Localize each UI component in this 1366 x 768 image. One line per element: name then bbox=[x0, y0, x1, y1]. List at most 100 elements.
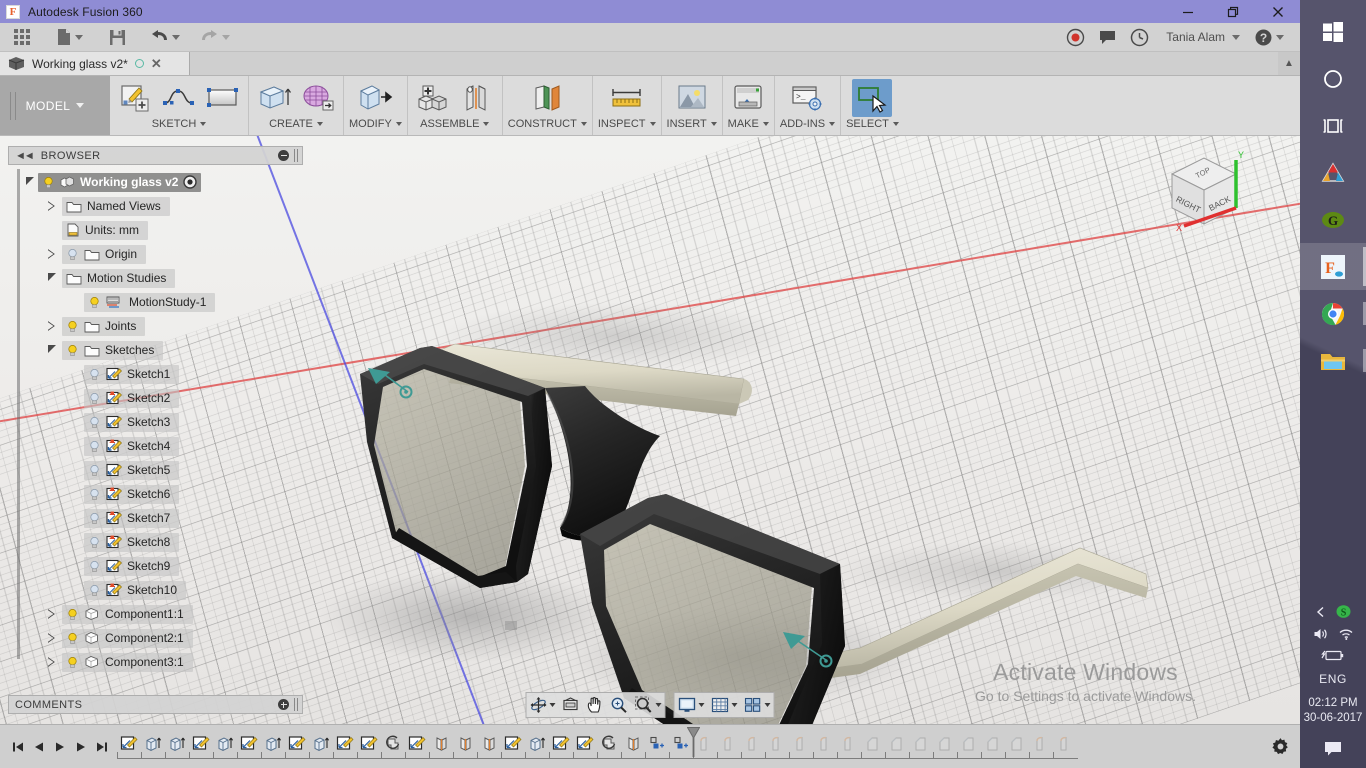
viewports-button[interactable] bbox=[741, 693, 774, 717]
measure-tool[interactable] bbox=[607, 79, 647, 117]
tree-item[interactable]: Named Views bbox=[8, 194, 303, 218]
sketch-icon[interactable] bbox=[240, 735, 258, 753]
extrude-icon[interactable] bbox=[264, 735, 282, 753]
restore-button[interactable] bbox=[1210, 0, 1255, 23]
expander-collapsed-icon[interactable] bbox=[48, 657, 55, 667]
tree-item-content[interactable]: Origin bbox=[62, 244, 147, 264]
tree-item-content[interactable]: Sketches bbox=[62, 340, 164, 360]
visibility-bulb-off-icon[interactable] bbox=[88, 416, 101, 429]
task-view-button[interactable] bbox=[1300, 102, 1366, 149]
visibility-bulb-on-icon[interactable] bbox=[66, 320, 79, 333]
insert-image-tool[interactable] bbox=[672, 79, 712, 117]
tree-item[interactable]: Sketch3 bbox=[8, 410, 303, 434]
tree-item-content[interactable]: Sketch8 bbox=[84, 532, 180, 552]
fillet-icon[interactable] bbox=[816, 735, 834, 753]
tree-item[interactable]: Sketch2 bbox=[8, 386, 303, 410]
tree-item[interactable]: Sketch7 bbox=[8, 506, 303, 530]
ribbon-panel-label-modify[interactable]: MODIFY bbox=[349, 118, 402, 130]
grammarly-app-button[interactable]: G bbox=[1300, 196, 1366, 243]
ribbon-panel-label-sketch[interactable]: SKETCH bbox=[152, 118, 207, 130]
tree-item-content[interactable]: Sketch6 bbox=[84, 484, 180, 504]
visibility-bulb-off-icon[interactable] bbox=[88, 512, 101, 525]
chrome-taskbar-button[interactable] bbox=[1300, 290, 1366, 337]
joint-icon[interactable] bbox=[456, 735, 474, 753]
ribbon-panel-label-select[interactable]: SELECT bbox=[846, 118, 899, 130]
tree-item[interactable]: MotionStudy-1 bbox=[8, 290, 303, 314]
visibility-bulb-on-icon[interactable] bbox=[66, 344, 79, 357]
visibility-bulb-off-icon[interactable] bbox=[88, 536, 101, 549]
visibility-bulb-on-icon[interactable] bbox=[66, 608, 79, 621]
visibility-bulb-on-icon[interactable] bbox=[66, 632, 79, 645]
sketch-icon[interactable] bbox=[288, 735, 306, 753]
comments-button[interactable] bbox=[1092, 24, 1122, 50]
file-menu-button[interactable] bbox=[50, 24, 89, 50]
ribbon-panel-label-insert[interactable]: INSERT bbox=[667, 118, 717, 130]
3d-viewport[interactable]: TOP RIGHT BACK Y X ◄◄ BROWSER Working gl… bbox=[0, 136, 1300, 724]
visibility-bulb-off-icon[interactable] bbox=[88, 392, 101, 405]
tree-item-content[interactable]: Units: mm bbox=[62, 220, 148, 240]
ribbon-panel-label-construct[interactable]: CONSTRUCT bbox=[508, 118, 587, 130]
fillet-icon[interactable] bbox=[768, 735, 786, 753]
chamfer-icon[interactable] bbox=[864, 735, 882, 753]
fusion360-taskbar-button[interactable]: F bbox=[1300, 243, 1366, 290]
visibility-bulb-on-icon[interactable] bbox=[88, 296, 101, 309]
sketch-icon[interactable] bbox=[408, 735, 426, 753]
document-tab[interactable]: Working glass v2* ✕ bbox=[0, 52, 190, 75]
tree-item[interactable]: Sketches bbox=[8, 338, 303, 362]
volume-tray-icon[interactable] bbox=[1313, 627, 1329, 644]
tree-item[interactable]: Component1:1 bbox=[8, 602, 303, 626]
show-data-panel-button[interactable] bbox=[8, 24, 36, 50]
ribbon-panel-label-addins[interactable]: ADD-INS bbox=[780, 118, 836, 130]
expander-expanded-icon[interactable] bbox=[48, 345, 56, 353]
visibility-bulb-off-icon[interactable] bbox=[88, 584, 101, 597]
spline-tool[interactable] bbox=[159, 79, 199, 117]
pan-button[interactable] bbox=[583, 693, 607, 717]
visibility-bulb-off-icon[interactable] bbox=[88, 488, 101, 501]
skype-tray-icon[interactable]: S bbox=[1336, 604, 1351, 622]
file-explorer-taskbar-button[interactable] bbox=[1300, 337, 1366, 384]
start-button[interactable] bbox=[1300, 8, 1366, 55]
sketch-icon[interactable] bbox=[192, 735, 210, 753]
chamfer-icon[interactable] bbox=[984, 735, 1002, 753]
job-status-button[interactable] bbox=[1124, 24, 1154, 50]
tree-item-content[interactable]: Sketch10 bbox=[84, 580, 187, 600]
tree-item[interactable]: Sketch10 bbox=[8, 578, 303, 602]
sketch-icon[interactable] bbox=[576, 735, 594, 753]
autodesk-app-button[interactable] bbox=[1300, 149, 1366, 196]
cortana-search-button[interactable] bbox=[1300, 55, 1366, 102]
timeline-go-start-button[interactable] bbox=[8, 736, 27, 758]
timeline-go-end-button[interactable] bbox=[92, 736, 111, 758]
fillet-icon[interactable] bbox=[1032, 735, 1050, 753]
rectangle-tool[interactable] bbox=[203, 79, 243, 117]
tree-item[interactable]: Units: mm bbox=[8, 218, 303, 242]
help-button[interactable]: ? bbox=[1248, 24, 1290, 50]
visibility-bulb-on-icon[interactable] bbox=[66, 656, 79, 669]
tree-item[interactable]: Component2:1 bbox=[8, 626, 303, 650]
expander-collapsed-icon[interactable] bbox=[48, 201, 55, 211]
new-component-tool[interactable] bbox=[413, 79, 453, 117]
extrude-icon[interactable] bbox=[144, 735, 162, 753]
visibility-bulb-off-icon[interactable] bbox=[88, 560, 101, 573]
redo-button[interactable] bbox=[194, 24, 236, 50]
minimize-button[interactable] bbox=[1165, 0, 1210, 23]
sketch-icon[interactable] bbox=[504, 735, 522, 753]
battery-tray-icon[interactable] bbox=[1321, 649, 1345, 665]
panel-grip[interactable] bbox=[294, 698, 298, 711]
timeline-playhead[interactable] bbox=[686, 727, 701, 757]
revolve-icon[interactable] bbox=[384, 735, 402, 753]
extrude-icon[interactable] bbox=[216, 735, 234, 753]
view-cube[interactable]: TOP RIGHT BACK Y X bbox=[1146, 136, 1258, 244]
expander-collapsed-icon[interactable] bbox=[48, 249, 55, 259]
tree-item-content[interactable]: Sketch7 bbox=[84, 508, 180, 528]
zoom-button[interactable] bbox=[607, 693, 632, 717]
plus-circle-icon[interactable] bbox=[278, 699, 289, 710]
tree-item[interactable]: Origin bbox=[8, 242, 303, 266]
chamfer-icon[interactable] bbox=[960, 735, 978, 753]
tree-item-root[interactable]: Working glass v2 bbox=[8, 170, 303, 194]
close-button[interactable] bbox=[1255, 0, 1300, 23]
timeline-track[interactable] bbox=[117, 725, 1260, 768]
chamfer-icon[interactable] bbox=[888, 735, 906, 753]
close-icon[interactable]: ✕ bbox=[151, 57, 162, 70]
extrude-icon[interactable] bbox=[168, 735, 186, 753]
chamfer-icon[interactable] bbox=[1008, 735, 1026, 753]
